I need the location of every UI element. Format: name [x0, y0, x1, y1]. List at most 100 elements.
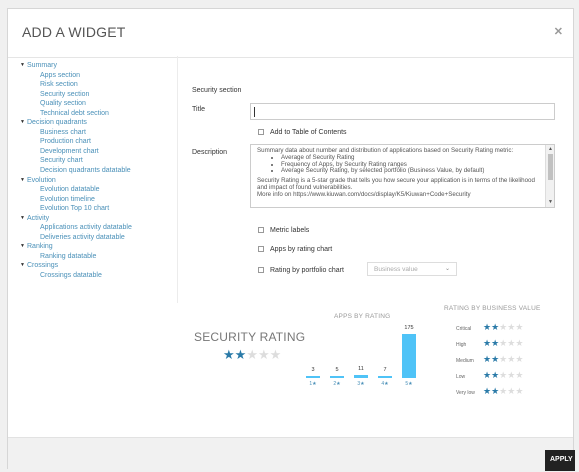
- tree-item[interactable]: Business chart: [20, 128, 180, 138]
- tree-item[interactable]: Security chart: [20, 156, 180, 166]
- tree-item[interactable]: Development chart: [20, 147, 180, 157]
- close-icon[interactable]: ✕: [554, 25, 563, 38]
- tree-item[interactable]: Evolution timeline: [20, 195, 180, 205]
- bar: [378, 376, 392, 378]
- tree-group-label[interactable]: Evolution: [27, 177, 56, 184]
- tree-item[interactable]: Evolution datatable: [20, 185, 180, 195]
- caret-down-icon[interactable]: ▼: [20, 242, 25, 252]
- caret-down-icon[interactable]: ▼: [20, 176, 25, 186]
- bar: [330, 376, 344, 378]
- rbv-row-label: Low: [456, 374, 466, 380]
- tree-item[interactable]: Decision quadrants datatable: [20, 166, 180, 176]
- apps-by-rating-checkbox[interactable]: [258, 246, 264, 252]
- tree-group[interactable]: ▼ Activity: [20, 214, 180, 224]
- tree-item[interactable]: Technical debt section: [20, 109, 180, 119]
- tree-item[interactable]: Crossings datatable: [20, 271, 180, 281]
- description-textarea[interactable]: Summary data about number and distributi…: [250, 144, 555, 208]
- description-label: Description: [192, 149, 228, 156]
- bar-value-label: 11: [358, 366, 364, 373]
- rbv-row-label: High: [456, 342, 467, 348]
- star-icon: ★: [491, 338, 500, 348]
- tree-group-label[interactable]: Summary: [27, 62, 57, 69]
- tree-item[interactable]: Ranking datatable: [20, 252, 180, 262]
- title-label: Title: [192, 106, 205, 113]
- add-toc-label: Add to Table of Contents: [270, 129, 347, 136]
- bar: [402, 334, 416, 378]
- caret-down-icon[interactable]: ▼: [20, 214, 25, 224]
- bar-category-label: 5★: [405, 381, 413, 387]
- tree-group[interactable]: ▼ Summary: [20, 61, 180, 71]
- bar-value-label: 7: [383, 367, 387, 373]
- tree-group-label[interactable]: Activity: [27, 215, 49, 222]
- bar: [306, 376, 320, 378]
- star-icon: ★: [515, 386, 524, 396]
- star-icon: ★: [483, 338, 492, 348]
- bar: [354, 375, 368, 378]
- rating-by-bv-title: RATING BY BUSINESS VALUE: [444, 305, 541, 312]
- add-toc-checkbox[interactable]: [258, 129, 264, 135]
- star-icon: ★: [483, 354, 492, 364]
- tree-item[interactable]: Risk section: [20, 80, 180, 90]
- rbv-row-stars: ★★★★★: [483, 355, 523, 364]
- star-icon: ★: [515, 322, 524, 332]
- apply-button[interactable]: APPLY: [545, 450, 575, 471]
- star-icon: ★: [246, 347, 258, 362]
- star-icon: ★: [483, 322, 492, 332]
- portfolio-select-value: Business value: [374, 266, 418, 273]
- rbv-row-stars: ★★★★★: [483, 387, 523, 396]
- star-icon: ★: [515, 370, 524, 380]
- tree-group[interactable]: ▼ Ranking: [20, 242, 180, 252]
- tree-item[interactable]: Deliveries activity datatable: [20, 233, 180, 243]
- scroll-up-icon[interactable]: ▲: [548, 146, 553, 153]
- caret-down-icon[interactable]: ▼: [20, 261, 25, 271]
- star-icon: ★: [515, 338, 524, 348]
- tree-item[interactable]: Apps section: [20, 71, 180, 81]
- modal-header: ADD A WIDGET ✕: [8, 9, 573, 58]
- rbv-row-label: Very low: [456, 390, 475, 396]
- portfolio-select[interactable]: Business value ⌄: [367, 262, 457, 276]
- caret-down-icon[interactable]: ▼: [20, 61, 25, 71]
- tree-group-label[interactable]: Ranking: [27, 243, 53, 250]
- metric-labels-checkbox[interactable]: [258, 227, 264, 233]
- star-icon: ★: [483, 370, 492, 380]
- description-more: More info on https://www.kiuwan.com/docs…: [257, 190, 471, 198]
- rating-by-portfolio-checkbox[interactable]: [258, 267, 264, 273]
- star-icon: ★: [491, 322, 500, 332]
- rbv-row-stars: ★★★★★: [483, 323, 523, 332]
- caret-down-icon[interactable]: ▼: [20, 118, 25, 128]
- star-icon: ★: [269, 347, 282, 362]
- description-bullet: Average Security Rating, by selected por…: [281, 168, 538, 175]
- tree-group[interactable]: ▼ Decision quadrants: [20, 118, 180, 128]
- scroll-down-icon[interactable]: ▼: [548, 199, 553, 206]
- security-rating-title: SECURITY RATING: [194, 330, 306, 344]
- star-icon: ★: [223, 347, 235, 362]
- text-cursor: [254, 107, 255, 117]
- bar-value-label: 175: [404, 325, 414, 331]
- apps-by-rating-title: APPS BY RATING: [334, 313, 391, 320]
- tree-item[interactable]: Applications activity datatable: [20, 223, 180, 233]
- chevron-down-icon: ⌄: [444, 266, 450, 272]
- star-icon: ★: [491, 370, 500, 380]
- description-scrollbar[interactable]: ▲ ▼: [545, 145, 554, 207]
- modal-footer: APPLY: [8, 437, 575, 471]
- tree-item[interactable]: Quality section: [20, 99, 180, 109]
- divider: [177, 56, 178, 303]
- bar-category-label: 1★: [309, 381, 317, 387]
- bar-category-label: 2★: [333, 381, 341, 387]
- description-paragraph: Security Rating is a 5-star grade that t…: [257, 177, 535, 191]
- star-icon: ★: [515, 354, 524, 364]
- tree-item[interactable]: Production chart: [20, 137, 180, 147]
- bar-category-label: 3★: [357, 381, 365, 387]
- tree-group-label[interactable]: Decision quadrants: [27, 119, 87, 126]
- title-input[interactable]: [250, 103, 555, 120]
- tree-group-label[interactable]: Crossings: [27, 262, 58, 269]
- tree-item[interactable]: Security section: [20, 90, 180, 100]
- rating-by-portfolio-label: Rating by portfolio chart: [270, 267, 344, 274]
- bar-value-label: 5: [335, 367, 339, 373]
- rbv-row-label: Medium: [456, 358, 474, 364]
- rbv-row-stars: ★★★★★: [483, 339, 523, 348]
- tree-group[interactable]: ▼ Evolution: [20, 176, 180, 186]
- tree-group[interactable]: ▼ Crossings: [20, 261, 180, 271]
- tree-item[interactable]: Evolution Top 10 chart: [20, 204, 180, 214]
- scroll-thumb[interactable]: [548, 154, 553, 180]
